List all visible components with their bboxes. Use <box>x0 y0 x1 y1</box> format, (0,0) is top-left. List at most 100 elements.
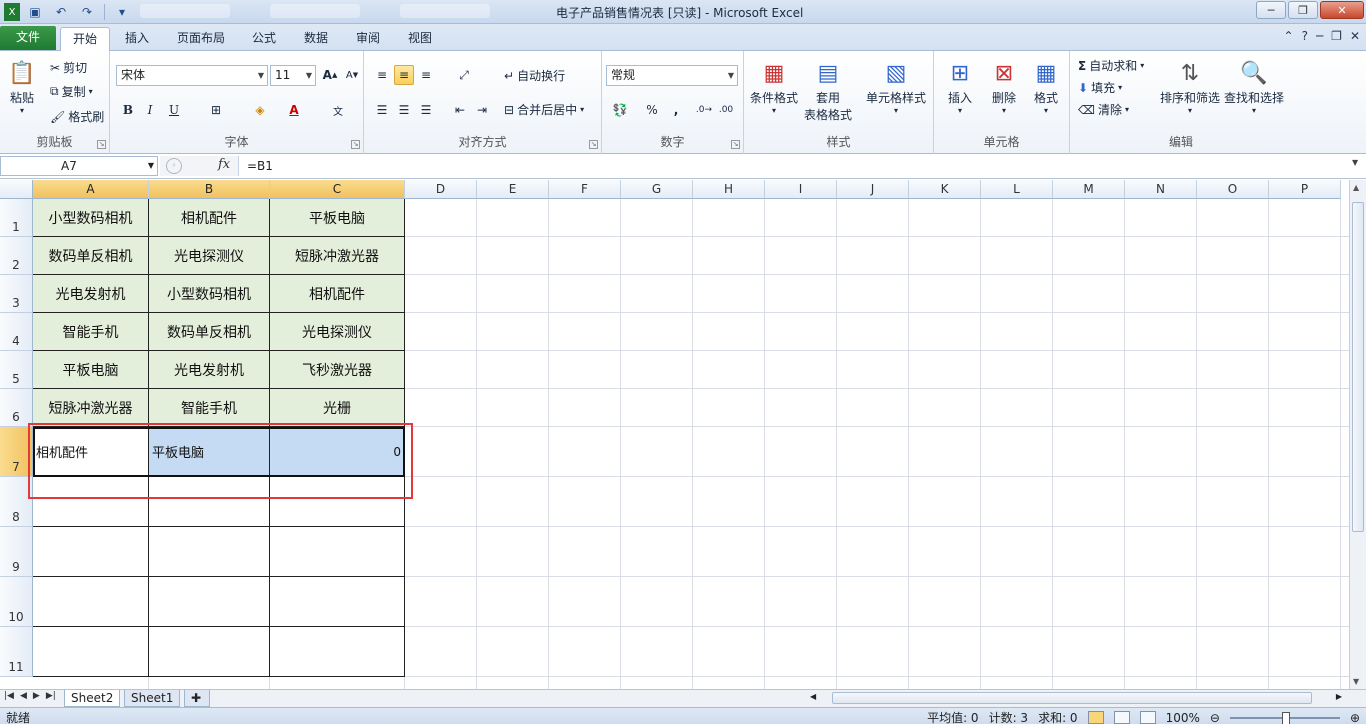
align-middle-icon[interactable]: ≡ <box>394 65 414 85</box>
cell[interactable]: 相机配件 <box>149 199 270 237</box>
first-sheet-icon[interactable]: |◀ <box>4 691 14 701</box>
cell[interactable]: 相机配件 <box>33 427 149 477</box>
save-icon[interactable]: ▣ <box>24 3 46 21</box>
insert-function-icon[interactable]: fx <box>218 157 230 172</box>
increase-decimal-icon[interactable]: .0→ <box>694 100 714 120</box>
column-header[interactable]: K <box>909 180 981 199</box>
cell[interactable] <box>149 477 270 527</box>
row-header[interactable]: 9 <box>0 527 33 577</box>
accounting-format-icon[interactable]: 💱 <box>610 100 630 120</box>
cell[interactable]: 光栅 <box>270 389 405 427</box>
grow-font-icon[interactable]: A ▲ <box>320 65 340 85</box>
cell[interactable]: 小型数码相机 <box>33 199 149 237</box>
decrease-indent-icon[interactable]: ⇤ <box>450 100 470 120</box>
column-header[interactable]: B <box>149 180 270 199</box>
row-header[interactable]: 5 <box>0 351 33 389</box>
paste-button[interactable]: 📋 粘贴 ▾ <box>6 57 38 116</box>
help-icon[interactable]: ? <box>1302 29 1308 43</box>
worksheet-grid[interactable]: ABCDEFGHIJKLMNOP 1 2 3 4 5 6 7 8 9 10 11 小型数码相机 相机配… <box>0 180 1366 689</box>
workbook-close-icon[interactable]: ✕ <box>1350 29 1360 43</box>
tab-data[interactable]: 数据 <box>294 27 338 51</box>
close-button[interactable]: ✕ <box>1320 1 1364 19</box>
merge-center-button[interactable]: ⊟ 合并后居中 ▾ <box>504 101 584 118</box>
cell[interactable]: 平板电脑 <box>33 351 149 389</box>
delete-cells-button[interactable]: ⊠ 删除 ▾ <box>988 57 1020 116</box>
cell[interactable] <box>270 477 405 527</box>
select-all-corner[interactable] <box>0 180 33 199</box>
sort-filter-button[interactable]: ⇅ 排序和筛选 ▾ <box>1160 57 1220 116</box>
align-center-icon[interactable]: ☰ <box>394 100 414 120</box>
zoom-in-icon[interactable]: ⊕ <box>1350 711 1360 724</box>
cell[interactable]: 数码单反相机 <box>149 313 270 351</box>
fill-button[interactable]: ⬇ 填充 ▾ <box>1078 79 1122 96</box>
cell[interactable]: 相机配件 <box>270 275 405 313</box>
cell[interactable] <box>270 527 405 577</box>
expand-formula-bar-icon[interactable]: ▼ <box>1352 158 1364 174</box>
column-header[interactable]: I <box>765 180 837 199</box>
tab-review[interactable]: 审阅 <box>346 27 390 51</box>
column-header[interactable]: C <box>270 180 405 199</box>
name-box[interactable]: A7 ▼ <box>0 156 158 176</box>
column-header[interactable]: G <box>621 180 693 199</box>
cell[interactable]: 光电探测仪 <box>270 313 405 351</box>
shrink-font-icon[interactable]: A ▼ <box>342 65 362 85</box>
cell[interactable]: 小型数码相机 <box>149 275 270 313</box>
row-header[interactable]: 8 <box>0 477 33 527</box>
cell[interactable] <box>149 627 270 677</box>
cut-button[interactable]: ✂ 剪切 <box>50 59 87 76</box>
redo-icon[interactable]: ↷ <box>76 3 98 21</box>
cell[interactable] <box>270 627 405 677</box>
cell[interactable] <box>270 577 405 627</box>
font-name-select[interactable]: 宋体 ▼ <box>116 65 268 86</box>
column-header[interactable]: E <box>477 180 549 199</box>
zoom-out-icon[interactable]: ⊖ <box>1210 711 1220 724</box>
row-header[interactable]: 7 <box>0 427 33 477</box>
normal-view-icon[interactable] <box>1087 711 1104 724</box>
tab-home[interactable]: 开始 <box>60 27 110 52</box>
tab-formulas[interactable]: 公式 <box>242 27 286 51</box>
comma-style-icon[interactable]: , <box>666 100 686 120</box>
copy-button[interactable]: ⧉ 复制 ▾ <box>50 83 93 100</box>
percent-icon[interactable]: % <box>642 100 662 120</box>
format-painter-button[interactable]: 🖌 格式刷 <box>50 108 104 125</box>
autosum-button[interactable]: Σ 自动求和 ▾ <box>1078 57 1144 74</box>
tab-page-layout[interactable]: 页面布局 <box>168 27 234 51</box>
expand-circle-icon[interactable]: ◦ <box>166 158 182 174</box>
clear-button[interactable]: ⌫ 清除 ▾ <box>1078 101 1129 118</box>
orientation-icon[interactable]: ⤢ <box>454 65 474 85</box>
increase-indent-icon[interactable]: ⇥ <box>472 100 492 120</box>
last-sheet-icon[interactable]: ▶| <box>46 691 56 701</box>
underline-icon[interactable]: U <box>164 100 184 120</box>
cell[interactable]: 短脉冲激光器 <box>270 237 405 275</box>
tab-file[interactable]: 文件 <box>0 26 56 50</box>
tab-insert[interactable]: 插入 <box>114 27 160 51</box>
align-top-icon[interactable]: ≡ <box>372 65 392 85</box>
italic-icon[interactable]: I <box>140 100 160 120</box>
scroll-left-icon[interactable]: ◀ <box>810 692 816 701</box>
next-sheet-icon[interactable]: ▶ <box>33 691 40 701</box>
dialog-launcher-icon[interactable]: ↘ <box>731 140 740 149</box>
cell[interactable]: 光电探测仪 <box>149 237 270 275</box>
page-layout-view-icon[interactable] <box>1113 711 1130 724</box>
column-header[interactable]: M <box>1053 180 1125 199</box>
horizontal-scrollbar[interactable]: ◀ ▶ <box>806 691 1346 706</box>
column-header[interactable]: P <box>1269 180 1341 199</box>
borders-icon[interactable]: ⊞ <box>206 100 226 120</box>
cell[interactable]: 飞秒激光器 <box>270 351 405 389</box>
format-as-table-button[interactable]: ▤ 套用 表格格式 <box>804 57 852 123</box>
sheet-tab-sheet1[interactable]: Sheet1 <box>124 690 181 707</box>
column-header[interactable]: H <box>693 180 765 199</box>
cell[interactable]: 数码单反相机 <box>33 237 149 275</box>
vertical-scrollbar[interactable]: ▲ ▼ <box>1349 180 1366 689</box>
maximize-button[interactable]: ❐ <box>1288 1 1318 19</box>
prev-sheet-icon[interactable]: ◀ <box>20 691 27 701</box>
scroll-up-icon[interactable]: ▲ <box>1353 183 1359 192</box>
zoom-level[interactable]: 100% <box>1166 711 1200 724</box>
conditional-format-button[interactable]: ▦ 条件格式 ▾ <box>750 57 798 116</box>
workbook-restore-icon[interactable]: ❐ <box>1331 29 1342 43</box>
vertical-scroll-thumb[interactable] <box>1352 202 1364 532</box>
align-left-icon[interactable]: ☰ <box>372 100 392 120</box>
cell[interactable]: 平板电脑 <box>270 199 405 237</box>
customize-qat-icon[interactable]: ▾ <box>111 3 133 21</box>
scroll-right-icon[interactable]: ▶ <box>1336 692 1342 701</box>
